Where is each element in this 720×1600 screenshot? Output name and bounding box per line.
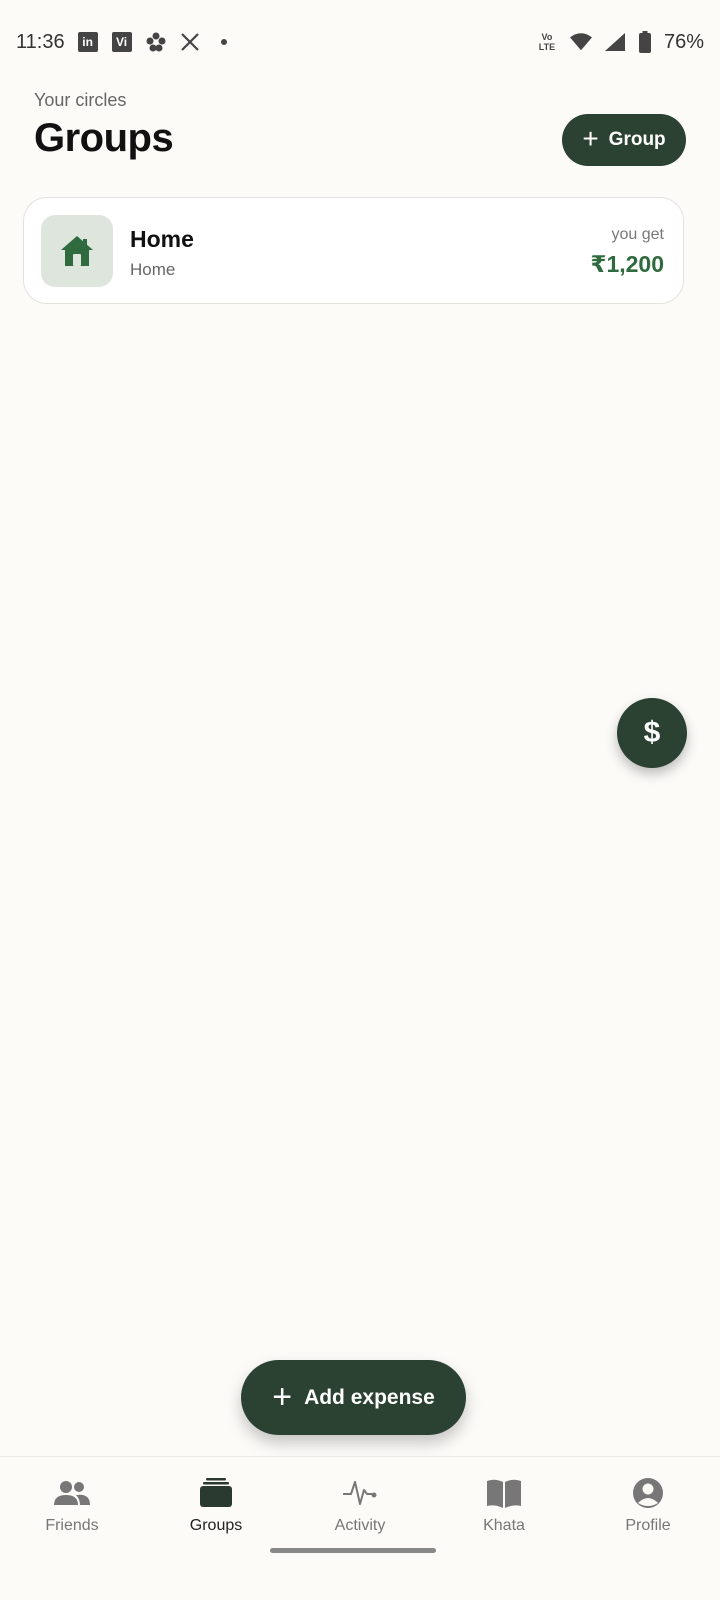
activity-icon bbox=[340, 1477, 380, 1509]
add-group-label: Group bbox=[608, 129, 666, 150]
nav-item-groups[interactable]: Groups bbox=[144, 1457, 288, 1557]
nav-label: Khata bbox=[483, 1517, 525, 1534]
status-bar: 11:36 in Vi Vo LTE 76% bbox=[0, 0, 720, 84]
plus-icon: + bbox=[272, 1377, 293, 1416]
volte-icon: Vo LTE bbox=[538, 32, 556, 52]
nav-label: Groups bbox=[189, 1517, 243, 1534]
dollar-icon: $ bbox=[643, 716, 661, 749]
nav-label: Profile bbox=[625, 1517, 671, 1534]
battery-icon bbox=[638, 31, 652, 53]
page-title: Groups bbox=[34, 116, 174, 160]
friends-icon bbox=[52, 1477, 92, 1509]
profile-icon bbox=[628, 1477, 668, 1509]
linkedin-icon: in bbox=[77, 31, 99, 53]
add-group-button[interactable]: + Group bbox=[562, 114, 686, 166]
x-icon bbox=[179, 31, 201, 53]
page-header: Your circles Groups + Group bbox=[34, 86, 686, 176]
group-name: Home bbox=[130, 226, 194, 252]
group-balance: ₹1,200 bbox=[590, 251, 664, 277]
battery-percent: 76% bbox=[663, 30, 704, 53]
status-time: 11:36 bbox=[16, 30, 65, 53]
plus-icon: + bbox=[582, 123, 599, 154]
dot-icon bbox=[213, 31, 235, 53]
nav-item-friends[interactable]: Friends bbox=[0, 1457, 144, 1557]
add-expense-label: Add expense bbox=[304, 1385, 435, 1409]
house-icon bbox=[41, 215, 113, 287]
settle-up-button[interactable]: $ bbox=[617, 698, 687, 768]
nav-item-profile[interactable]: Profile bbox=[576, 1457, 720, 1557]
status-right: Vo LTE 76% bbox=[536, 31, 704, 54]
group-card[interactable]: Home Home you get ₹1,200 bbox=[23, 197, 684, 304]
bottom-nav: Friends Groups Activity Khata Profile bbox=[0, 1456, 720, 1600]
nav-item-activity[interactable]: Activity bbox=[288, 1457, 432, 1557]
vi-icon: Vi bbox=[111, 31, 133, 53]
wifi-icon bbox=[569, 31, 592, 53]
group-type: Home bbox=[130, 260, 176, 279]
nav-label: Friends bbox=[45, 1517, 99, 1534]
flower-icon bbox=[145, 31, 167, 53]
status-left: 11:36 in Vi bbox=[16, 31, 235, 54]
nav-item-khata[interactable]: Khata bbox=[432, 1457, 576, 1557]
balance-label: you get bbox=[611, 226, 664, 243]
signal-icon bbox=[604, 31, 626, 53]
book-icon bbox=[484, 1477, 524, 1509]
page-subtitle: Your circles bbox=[34, 90, 127, 110]
nav-label: Activity bbox=[334, 1517, 386, 1534]
home-indicator[interactable] bbox=[270, 1548, 436, 1553]
add-expense-button[interactable]: + Add expense bbox=[241, 1360, 466, 1435]
groups-icon bbox=[196, 1477, 236, 1509]
